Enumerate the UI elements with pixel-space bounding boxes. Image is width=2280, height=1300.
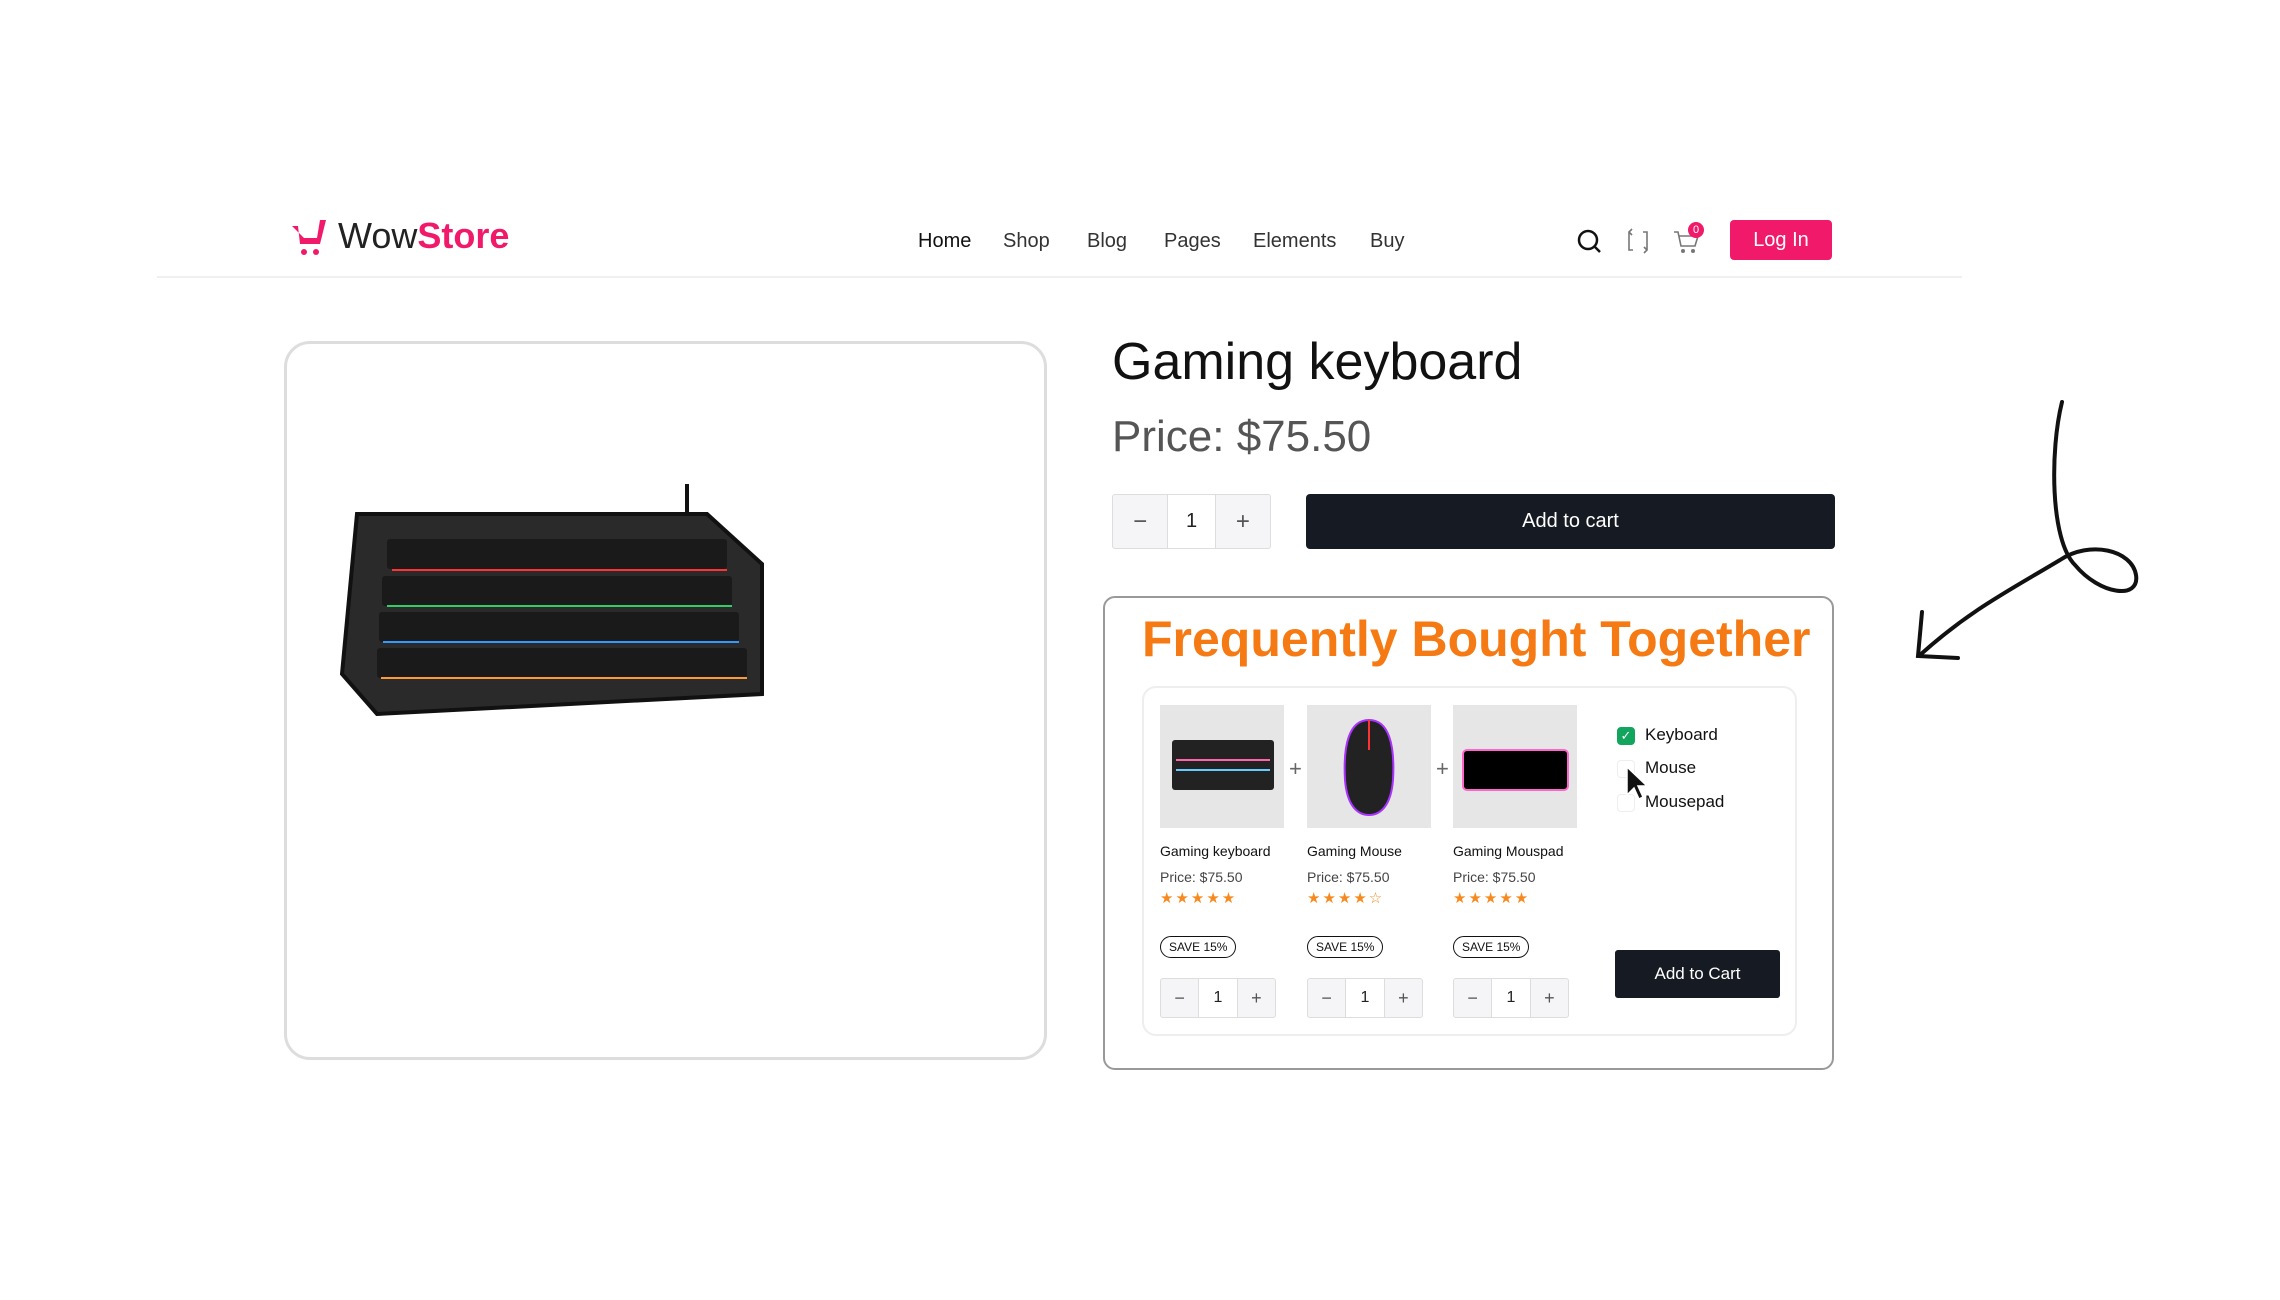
nav-blog[interactable]: Blog [1087, 230, 1127, 253]
quantity-input[interactable]: 1 [1198, 979, 1238, 1017]
fbt-item-name: Gaming Mouse [1307, 843, 1402, 859]
fbt-quantity-stepper: −1 + [1453, 978, 1569, 1018]
quantity-input[interactable]: 1 [1491, 979, 1531, 1017]
product-title: Gaming keyboard [1112, 333, 1523, 391]
nav-home[interactable]: Home [918, 230, 971, 253]
quantity-input[interactable]: 1 [1345, 979, 1385, 1017]
logo-text-1: Wow [338, 215, 418, 256]
keyboard-image [339, 484, 764, 717]
logo[interactable]: WowStore [290, 215, 509, 257]
logo-cart-icon [292, 220, 326, 255]
logo-text-2: Store [417, 215, 510, 256]
increase-button[interactable]: + [1238, 979, 1275, 1017]
star-rating: ★★★★★ [1453, 890, 1531, 907]
nav-buy[interactable]: Buy [1370, 230, 1404, 253]
plus-icon: + [1289, 756, 1302, 781]
checkbox-label: Mouse [1645, 758, 1697, 777]
cart-count-badge: 0 [1688, 222, 1704, 238]
fbt-item-price: Price: $75.50 [1160, 869, 1243, 885]
login-button[interactable]: Log In [1730, 220, 1832, 260]
fbt-keyboard-image [1160, 705, 1284, 828]
fbt-quantity-stepper: −1 + [1307, 978, 1423, 1018]
decrease-button[interactable]: − [1161, 979, 1198, 1017]
search-icon[interactable] [1574, 226, 1604, 256]
save-badge: SAVE 15% [1307, 936, 1384, 958]
quantity-stepper: − 1 + [1112, 494, 1271, 549]
fbt-mouse-image [1307, 705, 1431, 828]
fbt-quantity-stepper: −1 + [1160, 978, 1276, 1018]
mouse-cursor-icon [1626, 765, 1649, 801]
fbt-title: Frequently Bought Together [1142, 611, 1811, 667]
increase-button[interactable]: + [1531, 979, 1568, 1017]
fbt-add-to-cart-button[interactable]: Add to Cart [1615, 950, 1780, 998]
header-divider [157, 276, 1962, 278]
decrease-button[interactable]: − [1454, 979, 1491, 1017]
quantity-input[interactable]: 1 [1167, 495, 1216, 548]
star-rating: ★★★★★ [1160, 890, 1238, 907]
decrease-button[interactable]: − [1113, 495, 1167, 548]
fbt-item-price: Price: $75.50 [1307, 869, 1390, 885]
checkbox-keyboard[interactable]: ✓ [1617, 727, 1635, 745]
star-rating: ★★★★☆ [1307, 890, 1385, 907]
product-price: Price: $75.50 [1112, 412, 1372, 461]
nav-elements[interactable]: Elements [1253, 230, 1336, 253]
save-badge: SAVE 15% [1160, 936, 1237, 958]
checkbox-label: Keyboard [1645, 725, 1718, 744]
checkbox-label: Mousepad [1645, 792, 1725, 811]
cart-button[interactable]: 0 [1672, 222, 1704, 256]
product-image-frame [284, 341, 1047, 1060]
hand-drawn-arrow-icon [1915, 400, 2139, 660]
nav-pages[interactable]: Pages [1164, 230, 1221, 253]
compare-icon[interactable] [1623, 226, 1653, 256]
add-to-cart-button[interactable]: Add to cart [1306, 494, 1835, 549]
increase-button[interactable]: + [1385, 979, 1422, 1017]
plus-icon: + [1436, 756, 1449, 781]
fbt-item-price: Price: $75.50 [1453, 869, 1536, 885]
fbt-mousepad-image [1453, 705, 1577, 828]
fbt-item-name: Gaming Mouspad [1453, 843, 1564, 859]
decrease-button[interactable]: − [1308, 979, 1345, 1017]
nav-shop[interactable]: Shop [1003, 230, 1050, 253]
save-badge: SAVE 15% [1453, 936, 1530, 958]
fbt-item-name: Gaming keyboard [1160, 843, 1271, 859]
increase-button[interactable]: + [1216, 495, 1270, 548]
